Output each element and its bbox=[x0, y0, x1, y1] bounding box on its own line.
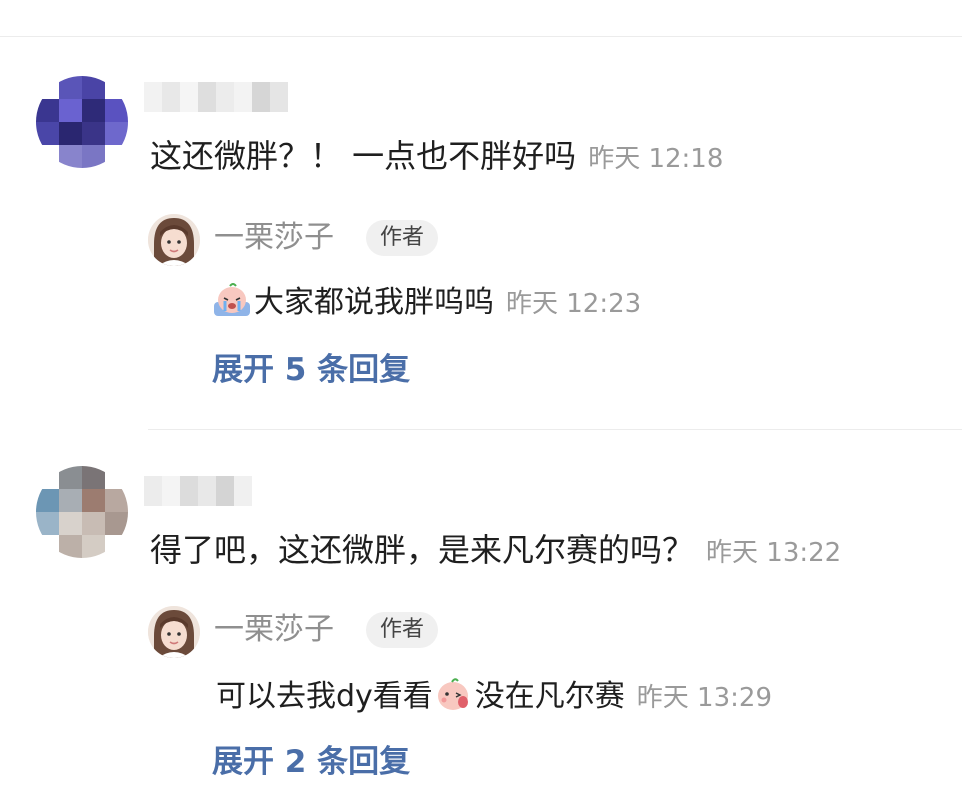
wink-kiss-emoji-icon bbox=[437, 678, 468, 710]
crying-emoji-icon bbox=[214, 283, 250, 316]
top-divider bbox=[0, 36, 962, 37]
author-badge: 作者 bbox=[366, 612, 439, 648]
author-avatar[interactable] bbox=[148, 214, 200, 266]
expand-replies-link[interactable]: 展开 5 条回复 bbox=[212, 350, 410, 390]
author-avatar[interactable] bbox=[148, 606, 200, 658]
comment-divider bbox=[148, 429, 962, 430]
comment-2-text: 得了吧，这还微胖，是来凡尔赛的吗？ 昨天 13:22 bbox=[150, 531, 842, 569]
comment-1-time: 昨天 12:18 bbox=[588, 144, 724, 174]
commenter-avatar[interactable] bbox=[36, 466, 128, 558]
commenter-avatar[interactable] bbox=[36, 76, 128, 168]
commenter-name-blurred[interactable] bbox=[144, 476, 252, 506]
reply-author-name[interactable]: 一栗莎子 bbox=[214, 220, 334, 256]
comment-1-text: 这还微胖？！ 一点也不胖好吗 昨天 12:18 bbox=[150, 137, 724, 175]
reply-2-text: 可以去我dy看看 没在凡尔赛 昨天 13:29 bbox=[216, 676, 772, 718]
reply-1-text: 大家都说我胖呜呜 昨天 12:23 bbox=[212, 282, 641, 324]
reply-author-name[interactable]: 一栗莎子 bbox=[214, 612, 334, 648]
expand-replies-link[interactable]: 展开 2 条回复 bbox=[212, 742, 410, 782]
comment-2-time: 昨天 13:22 bbox=[706, 538, 842, 568]
reply-1-time: 昨天 12:23 bbox=[506, 289, 642, 319]
author-badge: 作者 bbox=[366, 220, 439, 256]
commenter-name-blurred[interactable] bbox=[144, 82, 288, 112]
reply-2-time: 昨天 13:29 bbox=[636, 683, 772, 713]
